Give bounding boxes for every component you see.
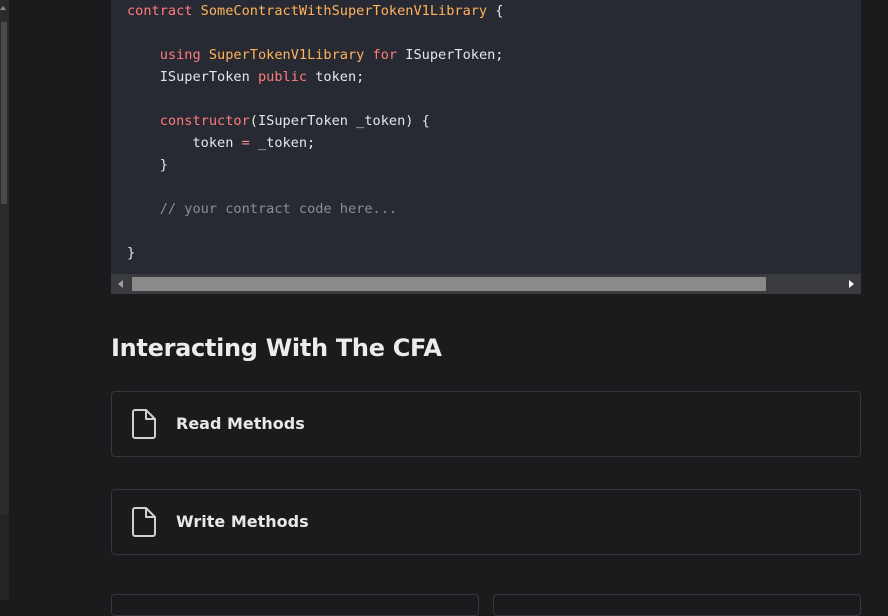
next-card-right[interactable] (493, 594, 861, 616)
code-token: token; (307, 69, 365, 85)
code-token: SomeContractWithSuperTokenV1Library (200, 3, 488, 19)
sidebar-scrollbar-thumb[interactable] (1, 22, 7, 204)
file-icon (132, 507, 156, 537)
code-token: _token; (249, 135, 316, 151)
code-line: using SuperTokenV1Library for ISuperToke… (127, 44, 504, 66)
code-line: ISuperToken public token; (127, 66, 504, 88)
code-token: using (159, 47, 209, 63)
code-token: ISuperToken; (405, 47, 504, 63)
code-token: token (127, 135, 242, 151)
code-token: ISuperToken (127, 69, 258, 85)
code-horizontal-scrollbar[interactable] (111, 274, 861, 294)
scroll-up-arrow-icon[interactable] (0, 6, 6, 10)
write-methods-label: Write Methods (176, 512, 309, 531)
file-icon (132, 409, 156, 439)
code-token: } (127, 245, 136, 261)
code-line: } (127, 242, 504, 264)
scroll-right-arrow-icon[interactable] (849, 280, 854, 288)
code-block: contract SomeContractWithSuperTokenV1Lib… (111, 0, 861, 294)
sidebar-lower-area (0, 514, 9, 600)
code-line: token = _token; (127, 132, 504, 154)
scroll-left-arrow-icon[interactable] (118, 280, 123, 288)
next-card-left[interactable] (111, 594, 479, 616)
code-line: constructor(ISuperToken _token) { (127, 110, 504, 132)
read-methods-label: Read Methods (176, 414, 305, 433)
code-line: // your contract code here... (127, 198, 504, 220)
code-token: = (241, 135, 250, 151)
write-methods-card[interactable]: Write Methods (111, 489, 861, 555)
code-token: for (364, 47, 406, 63)
code-token: constructor (159, 113, 250, 129)
code-token: (ISuperToken _token) { (249, 113, 430, 129)
code-content: contract SomeContractWithSuperTokenV1Lib… (127, 0, 504, 264)
code-token: } (127, 157, 168, 173)
code-token: { (487, 3, 504, 19)
code-line: } (127, 154, 504, 176)
code-token: SuperTokenV1Library (208, 47, 365, 63)
sidebar-scrollbar[interactable] (0, 0, 9, 600)
read-methods-card[interactable]: Read Methods (111, 391, 861, 457)
code-token: contract (127, 3, 201, 19)
code-token: // your contract code here... (159, 201, 398, 217)
code-token: public (257, 69, 308, 85)
code-scrollbar-thumb[interactable] (132, 277, 766, 291)
code-line: contract SomeContractWithSuperTokenV1Lib… (127, 0, 504, 22)
section-heading: Interacting With The CFA (111, 334, 442, 362)
